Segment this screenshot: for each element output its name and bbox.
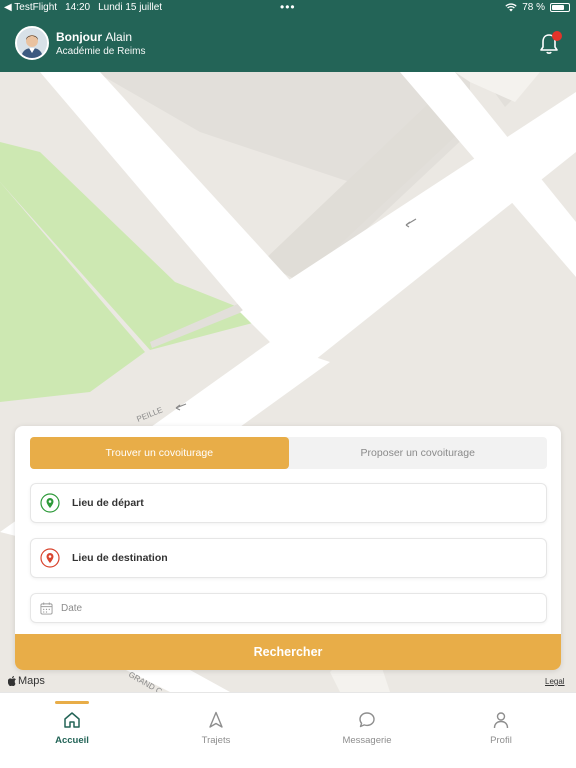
bottom-navigation: Accueil Trajets Messagerie Profil	[0, 692, 576, 768]
departure-field[interactable]: Lieu de départ	[30, 483, 547, 523]
user-icon	[493, 712, 509, 729]
departure-pin-icon	[40, 493, 60, 513]
departure-placeholder: Lieu de départ	[72, 497, 144, 509]
active-tab-indicator	[55, 701, 89, 704]
multitasking-dots[interactable]: •••	[280, 0, 296, 14]
app-header: ◀ TestFlight 14:20 Lundi 15 juillet ••• …	[0, 0, 576, 72]
academy-name: Académie de Reims	[56, 46, 146, 57]
notification-badge	[552, 31, 562, 41]
apple-icon	[8, 676, 16, 686]
date-placeholder: Date	[61, 602, 83, 614]
user-avatar[interactable]	[15, 26, 49, 60]
nav-label: Profil	[490, 735, 512, 746]
calendar-icon	[40, 601, 53, 615]
date-field[interactable]: Date	[30, 593, 547, 623]
user-name: Alain	[105, 30, 133, 44]
search-button[interactable]: Rechercher	[15, 634, 561, 670]
maps-brand-text: Maps	[18, 675, 45, 687]
destination-pin-icon	[40, 548, 60, 568]
battery-icon	[550, 3, 570, 12]
back-to-app-link[interactable]: ◀ TestFlight	[4, 2, 57, 13]
chat-bubble-icon	[359, 712, 375, 728]
battery-level	[552, 5, 564, 10]
nav-item-trips[interactable]: Trajets	[166, 693, 266, 768]
status-bar: ◀ TestFlight 14:20 Lundi 15 juillet ••• …	[0, 0, 576, 16]
apple-maps-logo: Maps	[8, 675, 45, 687]
nav-item-profile[interactable]: Profil	[451, 693, 551, 768]
nav-label: Messagerie	[342, 735, 392, 746]
search-card: Trouver un covoiturage Proposer un covoi…	[15, 426, 561, 670]
legal-link[interactable]: Legal	[545, 677, 565, 686]
tab-label: Proposer un covoiturage	[360, 447, 475, 459]
greeting: Bonjour Alain	[56, 30, 132, 44]
mode-tabs: Trouver un covoiturage Proposer un covoi…	[30, 437, 547, 469]
greeting-prefix: Bonjour	[56, 30, 102, 44]
tab-offer-carpool[interactable]: Proposer un covoiturage	[289, 437, 548, 469]
nav-item-messages[interactable]: Messagerie	[317, 693, 417, 768]
nav-item-home[interactable]: Accueil	[22, 693, 122, 768]
destination-field[interactable]: Lieu de destination	[30, 538, 547, 578]
tab-label: Trouver un covoiturage	[105, 447, 214, 459]
navigation-arrow-icon	[209, 711, 223, 728]
wifi-icon	[505, 3, 517, 12]
status-time: 14:20	[65, 2, 91, 13]
nav-label: Accueil	[55, 735, 89, 746]
home-icon	[64, 712, 80, 728]
battery-percentage: 78 %	[522, 2, 545, 13]
nav-label: Trajets	[201, 735, 231, 746]
status-date: Lundi 15 juillet	[98, 2, 163, 13]
destination-placeholder: Lieu de destination	[72, 552, 168, 564]
tab-find-carpool[interactable]: Trouver un covoiturage	[30, 437, 289, 469]
